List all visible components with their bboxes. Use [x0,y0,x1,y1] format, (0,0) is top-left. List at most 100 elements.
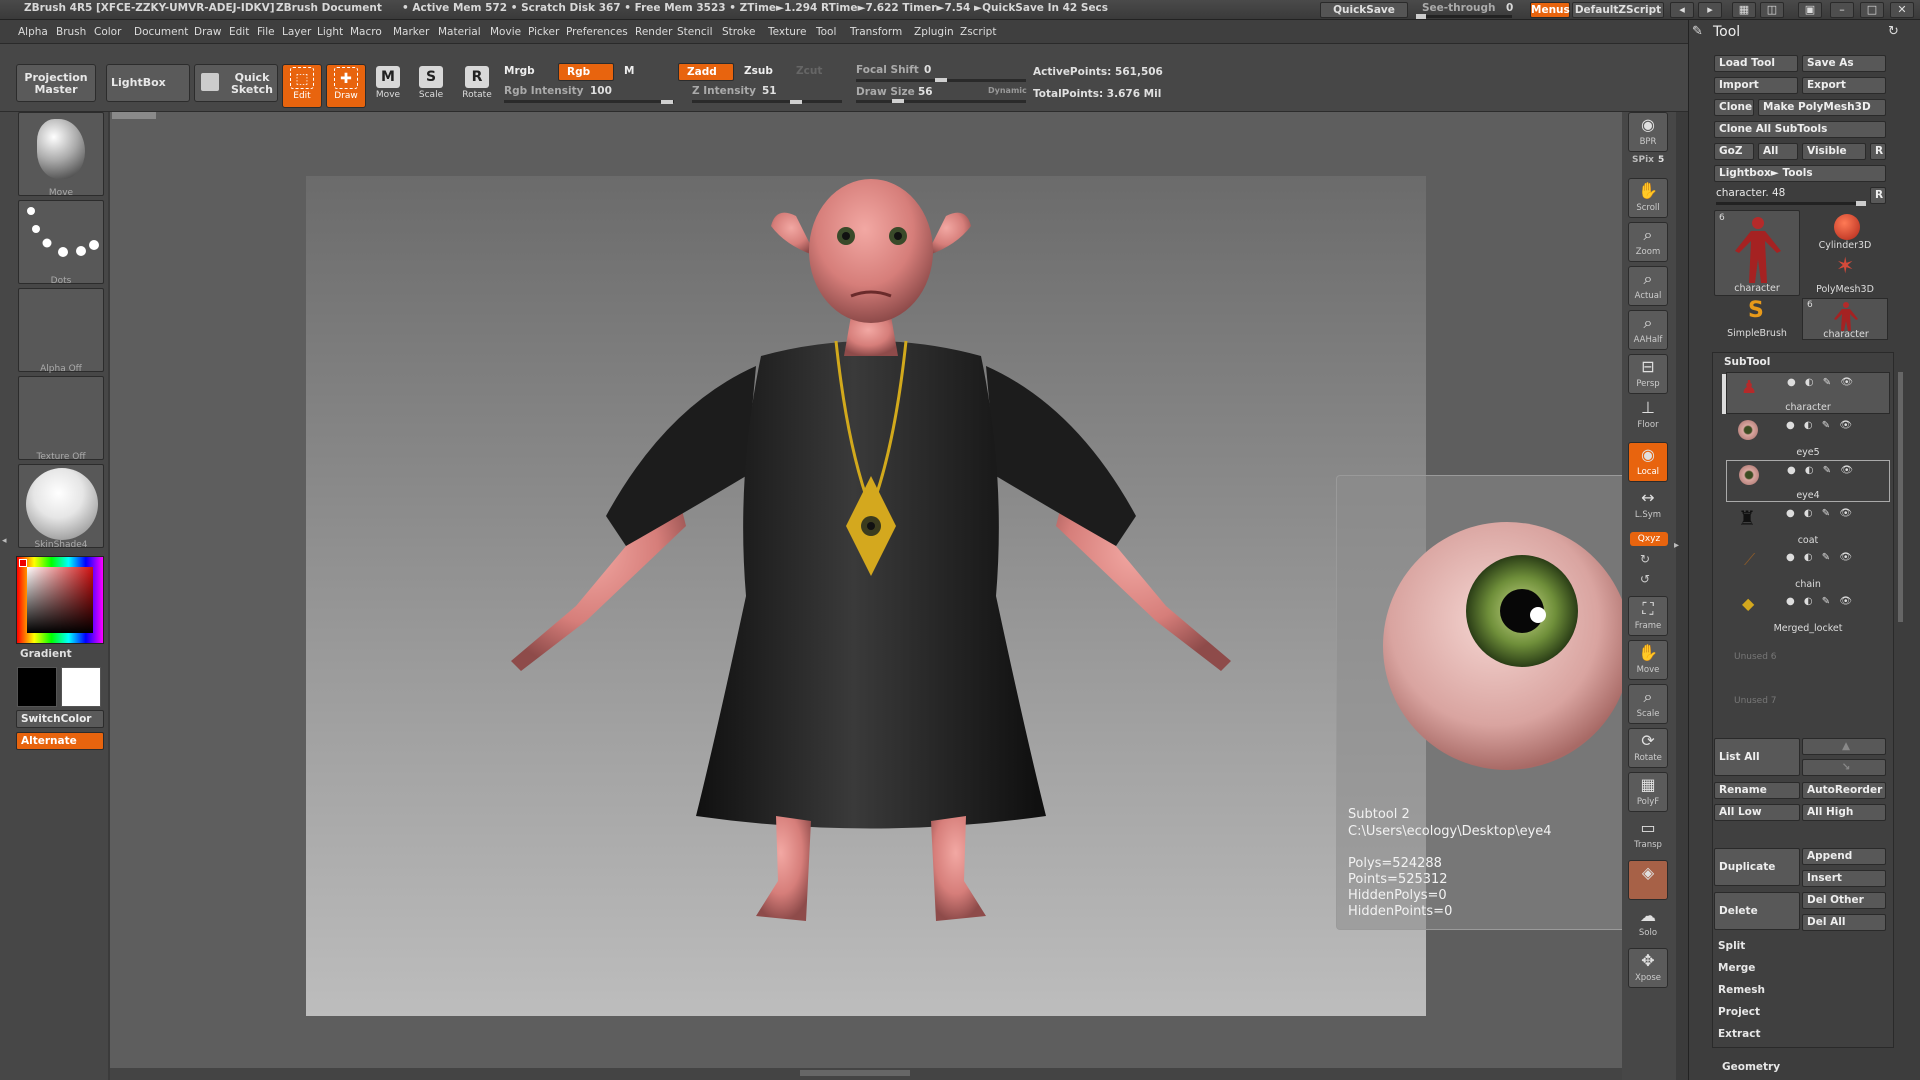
merge-section[interactable]: Merge [1718,962,1755,974]
menu-draw[interactable]: Draw [194,26,221,38]
subtool-visibility-icons[interactable]: ● ◐ ✎ 👁 [1786,552,1855,563]
subtool-visibility-icons[interactable]: ● ◐ ✎ 👁 [1787,465,1856,476]
left-collapse-icon[interactable]: ◂ [2,536,8,554]
rgb-intensity-knob[interactable] [661,100,673,104]
del-all-button[interactable]: Del All [1802,914,1886,931]
export-button[interactable]: Export [1802,77,1886,94]
canvas-handle[interactable] [112,112,156,119]
local-button[interactable]: ◉ Local [1628,442,1668,482]
zcut-button[interactable]: Zcut [788,63,844,81]
menu-tool[interactable]: Tool [816,26,836,38]
goz-r-button[interactable]: R [1870,143,1886,160]
remesh-section[interactable]: Remesh [1718,984,1765,996]
subtool-row-chain[interactable]: ⟋ ● ◐ ✎ 👁 chain [1726,548,1890,590]
focal-shift-knob[interactable] [935,78,947,82]
rotate-mode-button[interactable]: R Rotate [457,64,497,108]
ghost-button[interactable]: ◈ [1628,860,1668,900]
subtool-visibility-icons[interactable]: ● ◐ ✎ 👁 [1786,596,1855,607]
subtool-visibility-icons[interactable]: ● ◐ ✎ 👁 [1786,508,1855,519]
zsub-button[interactable]: Zsub [736,63,786,81]
zoom-button[interactable]: ⌕ Zoom [1628,222,1668,262]
character-slider[interactable] [1716,202,1866,205]
subtool-row-merged-locket[interactable]: ◆ ● ◐ ✎ 👁 Merged_locket [1726,592,1890,634]
draw-size-knob[interactable] [892,99,904,103]
menu-alpha[interactable]: Alpha [18,26,48,38]
menu-color[interactable]: Color [94,26,121,38]
import-button[interactable]: Import [1714,77,1798,94]
canvas-scrollbar[interactable] [110,1068,1622,1080]
frame-button[interactable]: ⛶ Frame [1628,596,1668,636]
lsym-button[interactable]: ↔ L.Sym [1628,486,1668,526]
solo-button[interactable]: ☁ Solo [1628,904,1668,944]
rename-button[interactable]: Rename [1714,782,1800,799]
rgb-button[interactable]: Rgb [558,63,614,81]
subtool-scrollbar[interactable] [1898,372,1903,622]
subtool-row-eye4[interactable]: ● ◐ ✎ 👁 eye4 [1726,460,1890,502]
draw-mode-button[interactable]: ✚ Draw [326,64,366,108]
material-thumbnail[interactable]: SkinShade4 [18,464,104,550]
color-picker[interactable] [16,556,104,644]
tool-tile-polymesh[interactable]: ✶ PolyMesh3D [1802,254,1888,296]
geometry-section[interactable]: Geometry [1722,1061,1780,1073]
canvas-scroll-thumb[interactable] [800,1070,910,1076]
subtool-row-coat[interactable]: ♜ ● ◐ ✎ 👁 coat [1726,504,1890,546]
menu-marker[interactable]: Marker [393,26,429,38]
floor-button[interactable]: ⊥ Floor [1628,396,1668,436]
lock-icon[interactable]: ▣ [1798,2,1822,18]
aahalf-button[interactable]: ⌕ AAHalf [1628,310,1668,350]
list-all-button[interactable]: List All [1714,738,1800,776]
duplicate-button[interactable]: Duplicate [1714,848,1800,886]
tool-tile-character-2[interactable]: 6 character [1802,298,1888,340]
lightbox-tools-button[interactable]: Lightbox► Tools [1714,165,1886,182]
menu-layer[interactable]: Layer [282,26,311,38]
xyz-button[interactable]: Qxyz [1630,532,1668,546]
subtool-row-character[interactable]: ♟ ● ◐ ✎ 👁 character [1726,372,1890,414]
maximize-icon[interactable]: □ [1860,2,1884,18]
palette-pin-icon[interactable]: ✎ [1692,24,1703,39]
actual-button[interactable]: ⌕ Actual [1628,266,1668,306]
rotate-z-icon[interactable]: ↺ [1640,572,1650,586]
switch-color-button[interactable]: SwitchColor [16,710,104,728]
mrgb-button[interactable]: Mrgb [500,63,556,81]
seethrough-slider[interactable] [1416,14,1512,19]
stroke-thumbnail[interactable]: Dots [18,200,104,286]
make-polymesh-button[interactable]: Make PolyMesh3D [1758,99,1886,116]
menu-stroke[interactable]: Stroke [722,26,755,38]
palette-reset-icon[interactable]: ↻ [1888,24,1899,39]
clone-all-subtools-button[interactable]: Clone All SubTools [1714,121,1886,138]
character-r-button[interactable]: R [1870,187,1886,204]
goz-visible-button[interactable]: Visible [1802,143,1866,160]
menu-zplugin[interactable]: Zplugin [914,26,954,38]
layout-prev-icon[interactable]: ◂ [1670,2,1694,18]
color-square[interactable] [27,567,93,633]
menu-file[interactable]: File [257,26,275,38]
delete-button[interactable]: Delete [1714,892,1800,930]
move-down-button[interactable]: ↘ [1802,759,1886,776]
polyf-button[interactable]: ▦ PolyF [1628,772,1668,812]
dynamic-toggle[interactable]: Dynamic [988,86,1027,95]
m-button[interactable]: M [616,63,672,81]
menu-material[interactable]: Material [438,26,481,38]
menu-stencil[interactable]: Stencil [677,26,713,38]
primary-color-swatch[interactable] [17,667,57,707]
subtool-visibility-icons[interactable]: ● ◐ ✎ 👁 [1786,420,1855,431]
quick-sketch-button[interactable]: Quick Sketch [194,64,278,102]
rotate-y-icon[interactable]: ↻ [1640,552,1650,566]
insert-button[interactable]: Insert [1802,870,1886,887]
brush-thumbnail[interactable]: Move [18,112,104,198]
del-other-button[interactable]: Del Other [1802,892,1886,909]
texture-thumbnail[interactable]: Texture Off [18,376,104,462]
menu-brush[interactable]: Brush [56,26,86,38]
menu-edit[interactable]: Edit [229,26,249,38]
menus-button[interactable]: Menus [1530,2,1570,18]
rgb-intensity-slider[interactable] [504,100,674,103]
split-section[interactable]: Split [1718,940,1745,952]
extract-section[interactable]: Extract [1718,1028,1760,1040]
document-canvas[interactable] [306,176,1426,1016]
xpose-button[interactable]: ✥ Xpose [1628,948,1668,988]
subtool-visibility-icons[interactable]: ● ◐ ✎ 👁 [1787,377,1856,388]
default-zscript-button[interactable]: DefaultZScript [1572,2,1664,18]
character-slider-knob[interactable] [1856,201,1866,206]
persp-button[interactable]: ⊟ Persp [1628,354,1668,394]
clone-button[interactable]: Clone [1714,99,1754,116]
